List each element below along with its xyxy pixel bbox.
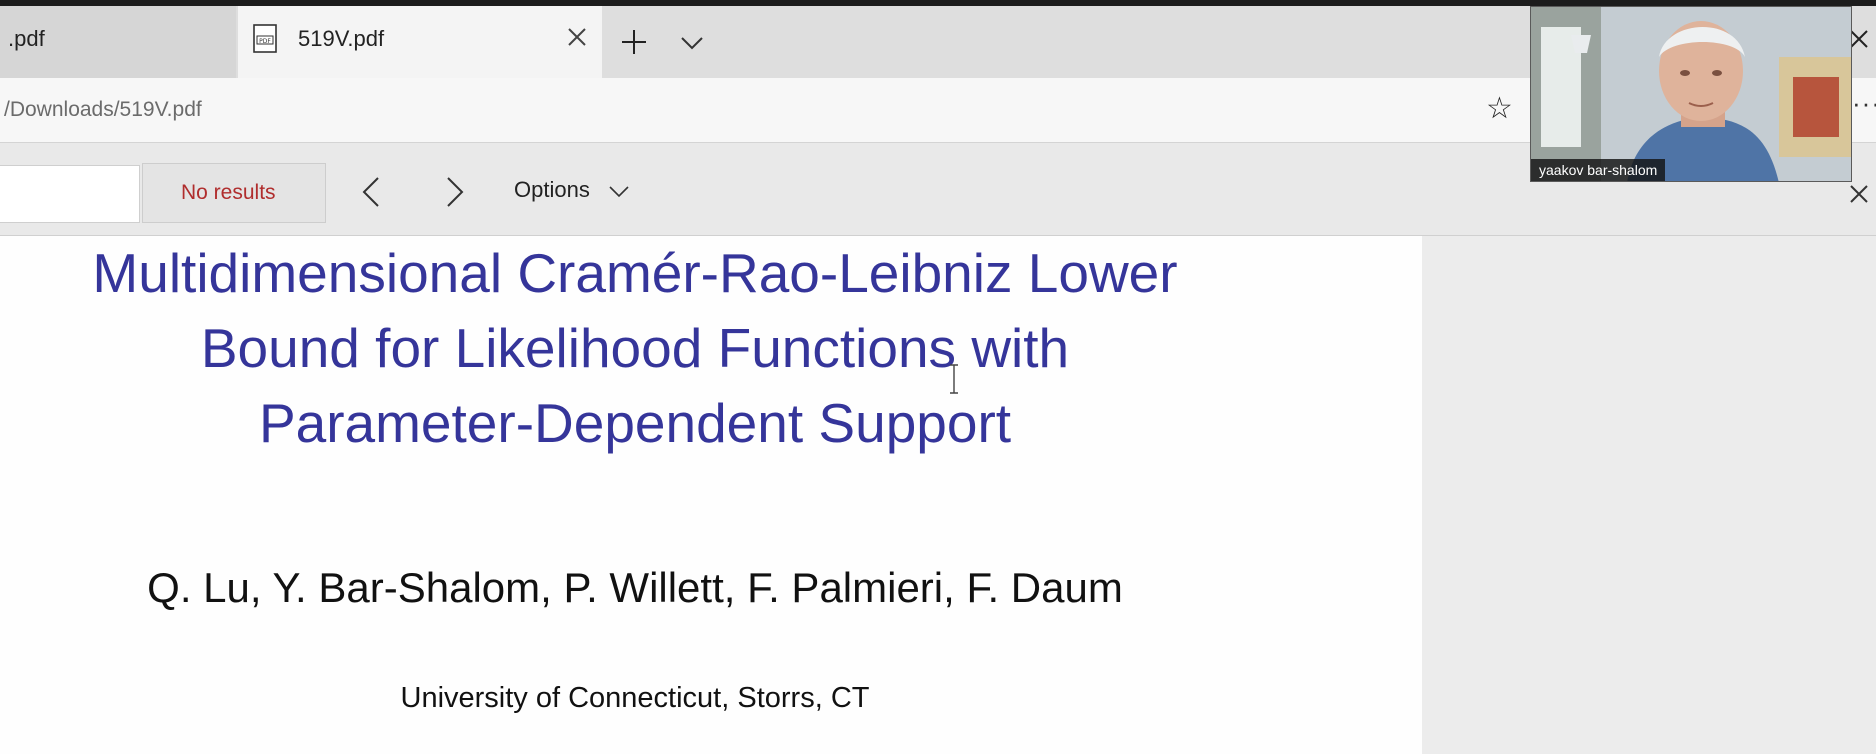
- chevron-left-icon[interactable]: [360, 175, 382, 209]
- find-results-box: No results: [142, 163, 326, 223]
- document-title-line: Bound for Likelihood Functions with: [200, 317, 1070, 379]
- find-input[interactable]: [0, 165, 140, 223]
- tab-previous-label: .pdf: [8, 26, 45, 51]
- text-cursor-icon: [950, 364, 958, 394]
- participant-video: [1531, 7, 1851, 181]
- pdf-page: Multidimensional Cramér-Rao-Leibniz Lowe…: [0, 236, 1422, 754]
- svg-text:PDF: PDF: [259, 38, 271, 45]
- document-authors: Q. Lu, Y. Bar-Shalom, P. Willett, F. Pal…: [147, 564, 1123, 611]
- document-affiliation: University of Connecticut, Storrs, CT: [400, 682, 870, 714]
- more-icon[interactable]: ···: [1852, 88, 1876, 119]
- chevron-down-icon[interactable]: [608, 185, 630, 199]
- tab-active[interactable]: PDF 519V.pdf: [238, 6, 602, 80]
- document-title-line: Multidimensional Cramér-Rao-Leibniz Lowe…: [92, 242, 1178, 304]
- find-results-label: No results: [181, 181, 276, 204]
- chevron-right-icon[interactable]: [444, 175, 466, 209]
- document-title-line: Parameter-Dependent Support: [258, 392, 1012, 454]
- pdf-viewer: Multidimensional Cramér-Rao-Leibniz Lowe…: [0, 236, 1876, 754]
- close-icon[interactable]: [1848, 183, 1870, 205]
- video-call-window[interactable]: yaakov bar-shalom: [1530, 6, 1852, 182]
- participant-name: yaakov bar-shalom: [1531, 159, 1666, 181]
- tab-previous[interactable]: .pdf: [0, 6, 236, 78]
- star-icon[interactable]: ☆: [1486, 94, 1513, 124]
- pdf-file-icon: PDF: [253, 24, 277, 53]
- url-text[interactable]: /Downloads/519V.pdf: [4, 98, 202, 122]
- tab-active-label: 519V.pdf: [298, 26, 385, 51]
- find-options-button[interactable]: Options: [514, 177, 590, 203]
- chevron-down-icon[interactable]: [680, 34, 704, 52]
- close-icon[interactable]: [562, 22, 592, 52]
- plus-icon[interactable]: [618, 26, 650, 58]
